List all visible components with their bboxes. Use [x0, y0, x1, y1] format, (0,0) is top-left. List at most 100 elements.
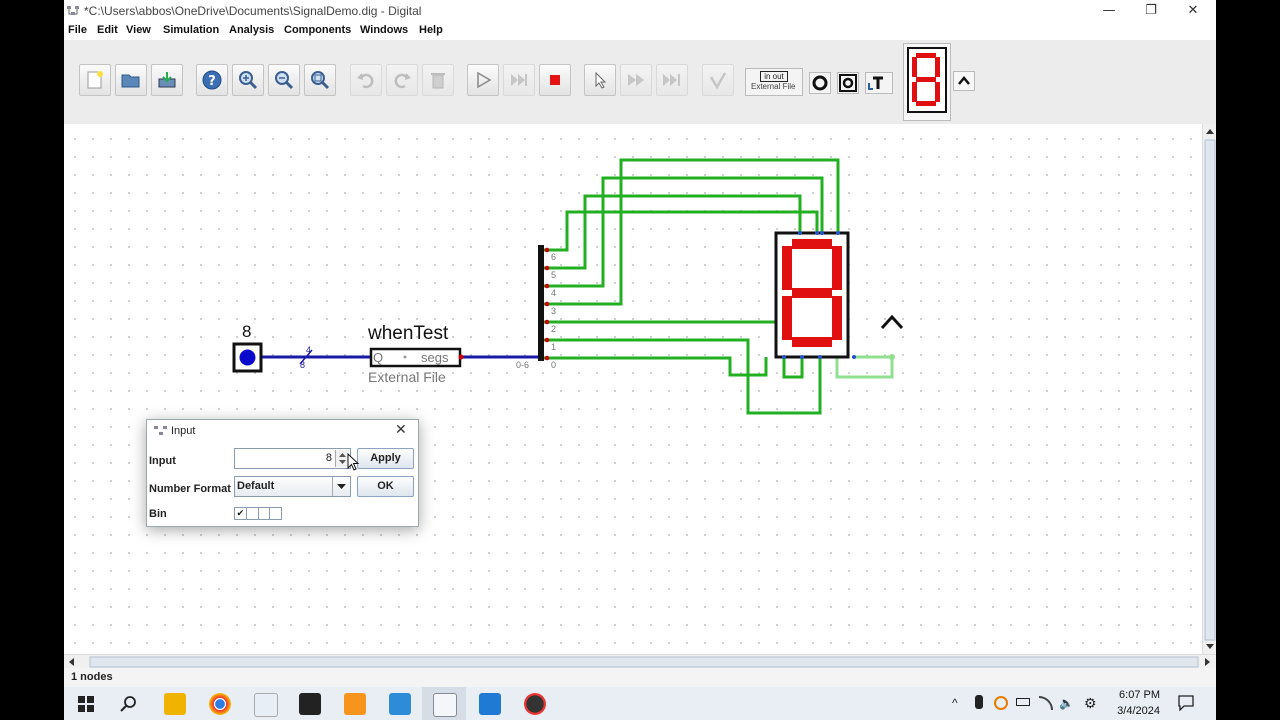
splitter-label-6: 6: [551, 252, 557, 262]
sync-icon[interactable]: [994, 696, 1008, 710]
menu-view[interactable]: View: [126, 24, 151, 36]
clock-date[interactable]: 3/4/2024: [1098, 705, 1160, 717]
app-window: *C:\Users\abbos\OneDrive\Documents\Signa…: [64, 0, 1216, 687]
button-component-button[interactable]: [809, 72, 831, 94]
dialog-title: Input: [171, 425, 196, 437]
seven-segment-component-button[interactable]: [903, 43, 951, 121]
zoom-out-icon: [275, 71, 294, 90]
dialog-close-button[interactable]: ✕: [395, 422, 407, 438]
save-button[interactable]: [151, 64, 183, 96]
menu-components[interactable]: Components: [284, 24, 351, 36]
undo-icon: [357, 73, 374, 89]
bin-bit-checkbox[interactable]: [270, 508, 281, 519]
play-icon: [477, 71, 492, 89]
splitter[interactable]: [538, 245, 544, 361]
circuit-canvas[interactable]: 8 4 8 whenTest Q segs External File 0-6 …: [64, 124, 1202, 654]
input-value-field[interactable]: 8: [234, 448, 351, 469]
battery-icon[interactable]: [1016, 698, 1030, 706]
search-icon[interactable]: [120, 695, 138, 713]
status-bar: 1 nodes: [64, 668, 1216, 687]
number-format-select[interactable]: Default: [234, 476, 351, 497]
skip-icon: [663, 74, 680, 86]
select-tool-button[interactable]: [584, 64, 616, 96]
obs-icon[interactable]: [524, 693, 546, 715]
text-component-button[interactable]: [865, 72, 893, 94]
zoom-out-button[interactable]: [268, 64, 300, 96]
wifi-icon[interactable]: [1039, 696, 1053, 710]
bus-width-bottom: 8: [300, 360, 306, 370]
button-led-component-button[interactable]: [837, 72, 859, 94]
input-value-text: 8: [325, 452, 332, 464]
digital-app-icon[interactable]: [254, 693, 278, 717]
taskbar: ^ 🔈 ⚙ 6:07 PM 3/4/2024: [64, 687, 1216, 720]
menu-windows[interactable]: Windows: [360, 24, 408, 36]
menu-edit[interactable]: Edit: [97, 24, 118, 36]
vertical-scrollbar[interactable]: [1202, 124, 1216, 654]
square-ring-icon: [839, 74, 857, 92]
splitter-label-5: 5: [551, 270, 557, 280]
mouse-cursor-icon: [347, 453, 360, 471]
notifications-icon[interactable]: [1178, 695, 1194, 711]
clock-time[interactable]: 6:07 PM: [1098, 689, 1160, 701]
menu-analysis[interactable]: Analysis: [229, 24, 274, 36]
open-file-button[interactable]: [115, 64, 147, 96]
fit-zoom-button[interactable]: [304, 64, 336, 96]
microphone-icon[interactable]: [975, 695, 983, 709]
chevron-down-icon: [337, 484, 346, 489]
bin-bit-checkbox[interactable]: ✔: [235, 508, 247, 519]
bin-bit-checkbox[interactable]: [247, 508, 259, 519]
vscode-icon[interactable]: [479, 693, 501, 715]
fast-forward-button[interactable]: [620, 64, 652, 96]
bin-checkboxes[interactable]: ✔: [234, 507, 282, 520]
menu-simulation[interactable]: Simulation: [163, 24, 219, 36]
external-file-component-button[interactable]: in out External File: [745, 68, 803, 96]
chevron-up-icon: [958, 76, 970, 85]
terminal-icon[interactable]: [299, 693, 321, 715]
external-file-label: External File: [751, 82, 796, 91]
input-led: [239, 349, 256, 366]
run-simulation-button[interactable]: [467, 64, 499, 96]
volume-icon[interactable]: 🔈: [1059, 696, 1074, 710]
circuit-wires: [232, 158, 904, 415]
stop-icon: [550, 75, 560, 85]
notepad-icon[interactable]: [389, 693, 411, 715]
toolbar-expand-button[interactable]: [953, 71, 975, 91]
wire-junction: [889, 354, 895, 360]
apply-button[interactable]: Apply: [357, 448, 414, 469]
number-format-value: Default: [237, 480, 275, 492]
dropdown-button[interactable]: [332, 477, 350, 496]
redo-button[interactable]: [386, 64, 418, 96]
zoom-in-button[interactable]: [232, 64, 264, 96]
new-file-button[interactable]: [79, 64, 111, 96]
component-input-label: Q: [373, 350, 384, 365]
minimize-button[interactable]: —: [1094, 2, 1124, 20]
ring-icon: [812, 75, 828, 91]
editor-app-icon[interactable]: [344, 693, 366, 715]
horizontal-scrollbar[interactable]: [64, 654, 1216, 669]
splitter-label-2: 2: [551, 324, 557, 334]
maximize-button[interactable]: ❐: [1136, 2, 1166, 20]
ok-button[interactable]: OK: [357, 476, 414, 497]
undo-button[interactable]: [350, 64, 382, 96]
menu-file[interactable]: File: [68, 24, 87, 36]
stop-simulation-button[interactable]: [539, 64, 571, 96]
settings-gear-icon[interactable]: ⚙: [1084, 695, 1097, 712]
bus-width-top: 4: [306, 345, 312, 355]
splitter-input-label: 0-6: [516, 360, 530, 370]
bin-bit-checkbox[interactable]: [259, 508, 271, 519]
menu-help[interactable]: Help: [419, 24, 443, 36]
step-button[interactable]: [503, 64, 535, 96]
help-button[interactable]: ?: [196, 64, 228, 96]
chevron-up-tray-icon[interactable]: ^: [952, 696, 958, 710]
output-arrow-icon: [880, 314, 904, 330]
toolbar: ? in out External File: [64, 40, 1216, 125]
status-text: 1 nodes: [71, 671, 113, 683]
file-explorer-icon[interactable]: [164, 693, 186, 715]
skip-forward-button[interactable]: [656, 64, 688, 96]
active-app-highlight[interactable]: [422, 687, 466, 720]
analysis-tool-button[interactable]: [702, 64, 734, 96]
windows-start-icon[interactable]: [78, 696, 94, 712]
close-window-button[interactable]: ✕: [1178, 2, 1208, 20]
chrome-icon[interactable]: [209, 693, 231, 715]
delete-button[interactable]: [422, 64, 454, 96]
